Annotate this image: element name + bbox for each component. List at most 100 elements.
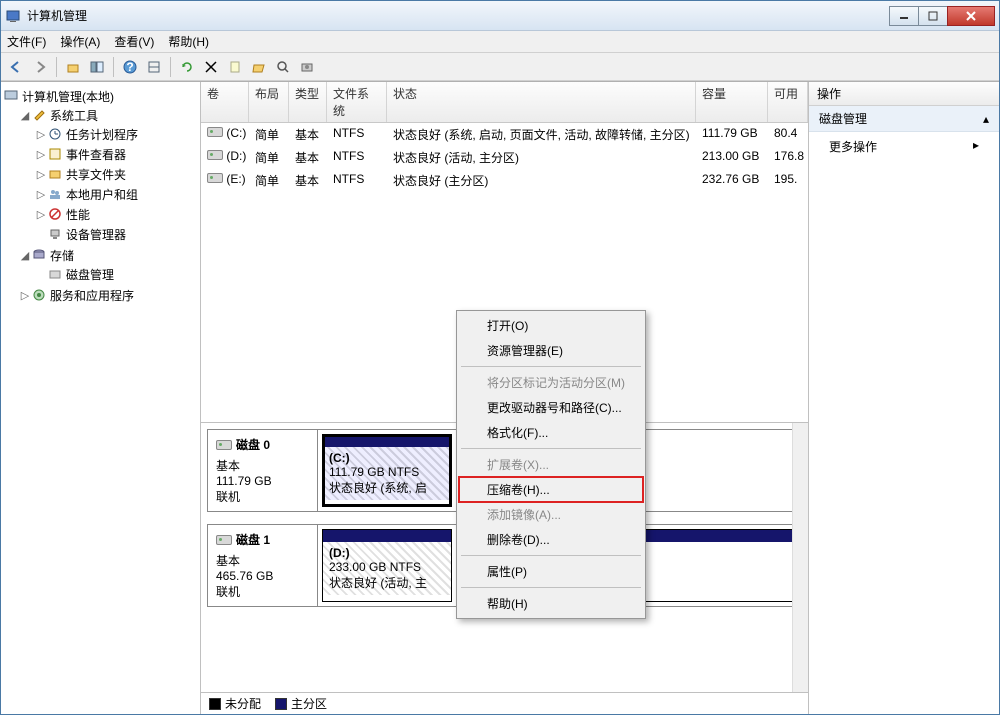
tree-device-manager[interactable]: 设备管理器 — [35, 225, 198, 243]
disk-icon — [216, 535, 232, 545]
legend: 未分配 主分区 — [201, 692, 808, 714]
drive-icon — [207, 150, 223, 160]
perf-icon — [47, 206, 63, 222]
view-mode-button[interactable] — [143, 56, 165, 78]
close-button[interactable] — [947, 6, 995, 26]
tree-disk-management[interactable]: 磁盘管理 — [35, 265, 198, 283]
context-menu: 打开(O) 资源管理器(E) 将分区标记为活动分区(M) 更改驱动器号和路径(C… — [456, 310, 646, 619]
tree-shared-folders[interactable]: ▷共享文件夹 — [35, 165, 198, 183]
ctx-help[interactable]: 帮助(H) — [459, 591, 643, 616]
expand-icon[interactable]: ▷ — [19, 289, 31, 302]
disk-icon — [216, 440, 232, 450]
toolbar-separator — [56, 57, 57, 77]
ctx-mark-active: 将分区标记为活动分区(M) — [459, 370, 643, 395]
menu-file[interactable]: 文件(F) — [7, 33, 46, 50]
disk-info[interactable]: 磁盘 1基本465.76 GB联机 — [208, 525, 318, 606]
menu-action[interactable]: 操作(A) — [60, 33, 100, 50]
cancel-icon[interactable] — [200, 56, 222, 78]
ctx-mirror: 添加镜像(A)... — [459, 502, 643, 527]
search-button[interactable] — [272, 56, 294, 78]
expand-icon[interactable]: ▷ — [35, 128, 47, 141]
partition[interactable]: (C:)111.79 GB NTFS状态良好 (系统, 启 — [322, 434, 452, 507]
app-icon — [5, 8, 21, 24]
up-button[interactable] — [62, 56, 84, 78]
window-title: 计算机管理 — [27, 7, 890, 24]
actions-header: 操作 — [809, 82, 999, 106]
toolbar-separator — [170, 57, 171, 77]
col-type[interactable]: 类型 — [289, 82, 327, 122]
tree-services[interactable]: ▷服务和应用程序 — [19, 286, 198, 304]
col-capacity[interactable]: 容量 — [696, 82, 768, 122]
chevron-right-icon: ▸ — [973, 138, 979, 155]
ctx-change-letter[interactable]: 更改驱动器号和路径(C)... — [459, 395, 643, 420]
col-volume[interactable]: 卷 — [201, 82, 249, 122]
disk-icon — [47, 266, 63, 282]
tree-root[interactable]: 计算机管理(本地) — [3, 87, 198, 105]
ctx-extend: 扩展卷(X)... — [459, 452, 643, 477]
collapse-icon: ▴ — [983, 112, 989, 126]
show-tree-button[interactable] — [86, 56, 108, 78]
drive-icon — [207, 173, 223, 183]
forward-button[interactable] — [29, 56, 51, 78]
tree-performance[interactable]: ▷性能 — [35, 205, 198, 223]
tree-storage[interactable]: ◢存储 — [19, 246, 198, 264]
expand-icon[interactable]: ▷ — [35, 168, 47, 181]
rescan-button[interactable] — [296, 56, 318, 78]
titlebar: 计算机管理 — [1, 1, 999, 31]
partition[interactable]: (D:)233.00 GB NTFS状态良好 (活动, 主 — [322, 529, 452, 602]
menu-help[interactable]: 帮助(H) — [168, 33, 209, 50]
volume-row[interactable]: (D:)简单基本NTFS状态良好 (活动, 主分区)213.00 GB176.8 — [201, 146, 808, 169]
grid-header: 卷 布局 类型 文件系统 状态 容量 可用 — [201, 82, 808, 123]
disk-info[interactable]: 磁盘 0基本111.79 GB联机 — [208, 430, 318, 511]
properties-button[interactable] — [224, 56, 246, 78]
col-fs[interactable]: 文件系统 — [327, 82, 387, 122]
collapse-icon[interactable]: ◢ — [19, 249, 31, 262]
ctx-delete[interactable]: 删除卷(D)... — [459, 527, 643, 552]
computer-icon — [3, 88, 19, 104]
help-button[interactable]: ? — [119, 56, 141, 78]
back-button[interactable] — [5, 56, 27, 78]
storage-icon — [31, 247, 47, 263]
tree-task-scheduler[interactable]: ▷任务计划程序 — [35, 125, 198, 143]
event-icon — [47, 146, 63, 162]
expand-icon[interactable]: ▷ — [35, 208, 47, 221]
users-icon — [47, 186, 63, 202]
menu-view[interactable]: 查看(V) — [114, 33, 154, 50]
shared-icon — [47, 166, 63, 182]
volume-row[interactable]: (C:)简单基本NTFS状态良好 (系统, 启动, 页面文件, 活动, 故障转储… — [201, 123, 808, 146]
menubar: 文件(F) 操作(A) 查看(V) 帮助(H) — [1, 31, 999, 53]
minimize-button[interactable] — [889, 6, 919, 26]
action-more[interactable]: 更多操作▸ — [809, 132, 999, 161]
ctx-shrink[interactable]: 压缩卷(H)... — [459, 477, 643, 502]
legend-primary: 主分区 — [275, 695, 327, 712]
tools-icon — [31, 107, 47, 123]
tree-local-users[interactable]: ▷本地用户和组 — [35, 185, 198, 203]
expand-icon[interactable]: ▷ — [35, 148, 47, 161]
open-button[interactable] — [248, 56, 270, 78]
svg-text:?: ? — [126, 60, 133, 74]
legend-unallocated: 未分配 — [209, 695, 261, 712]
ctx-open[interactable]: 打开(O) — [459, 313, 643, 338]
volume-row[interactable]: (E:)简单基本NTFS状态良好 (主分区)232.76 GB195. — [201, 169, 808, 192]
toolbar-separator — [113, 57, 114, 77]
ctx-explorer[interactable]: 资源管理器(E) — [459, 338, 643, 363]
expand-icon[interactable]: ▷ — [35, 188, 47, 201]
col-status[interactable]: 状态 — [387, 82, 696, 122]
action-category[interactable]: 磁盘管理▴ — [809, 106, 999, 132]
col-avail[interactable]: 可用 — [768, 82, 808, 122]
actions-pane: 操作 磁盘管理▴ 更多操作▸ — [809, 82, 999, 714]
clock-icon — [47, 126, 63, 142]
device-icon — [47, 226, 63, 242]
tree-event-viewer[interactable]: ▷事件查看器 — [35, 145, 198, 163]
scrollbar[interactable] — [792, 423, 808, 692]
nav-tree-pane: 计算机管理(本地) ◢系统工具 ▷任务计划程序 ▷事件查看器 ▷共享文件夹 ▷本… — [1, 82, 201, 714]
col-layout[interactable]: 布局 — [249, 82, 289, 122]
services-icon — [31, 287, 47, 303]
ctx-properties[interactable]: 属性(P) — [459, 559, 643, 584]
drive-icon — [207, 127, 223, 137]
refresh-button[interactable] — [176, 56, 198, 78]
ctx-format[interactable]: 格式化(F)... — [459, 420, 643, 445]
tree-system-tools[interactable]: ◢系统工具 — [19, 106, 198, 124]
collapse-icon[interactable]: ◢ — [19, 109, 31, 122]
maximize-button[interactable] — [918, 6, 948, 26]
